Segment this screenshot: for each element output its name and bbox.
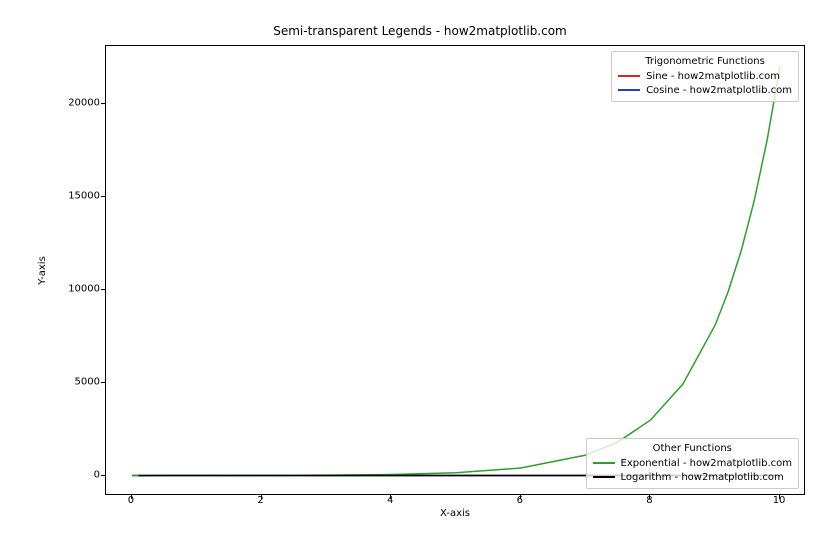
x-axis-label: X-axis <box>105 508 805 519</box>
y-tick-mark <box>101 382 105 383</box>
legend-entry: Logarithm - how2matplotlib.com <box>593 470 793 484</box>
y-tick-mark <box>101 475 105 476</box>
legend-swatch <box>593 476 615 478</box>
y-tick-label: 10000 <box>50 283 100 294</box>
y-tick-mark <box>101 103 105 104</box>
legend-swatch <box>618 75 640 77</box>
legend-entry: Sine - how2matplotlib.com <box>618 69 792 83</box>
legend-label: Sine - how2matplotlib.com <box>646 71 780 82</box>
x-tick-label: 0 <box>128 495 134 506</box>
legend-title: Other Functions <box>593 443 793 454</box>
series-layer <box>106 46 806 496</box>
y-axis-label: Y-axis <box>36 45 48 495</box>
legend-label: Exponential - how2matplotlib.com <box>621 458 793 469</box>
legend-entry: Cosine - how2matplotlib.com <box>618 83 792 97</box>
y-tick-label: 5000 <box>50 376 100 387</box>
figure: Semi-transparent Legends - how2matplotli… <box>0 0 840 560</box>
x-tick-label: 4 <box>387 495 393 506</box>
legend-label: Cosine - how2matplotlib.com <box>646 85 792 96</box>
y-tick-label: 20000 <box>50 97 100 108</box>
chart-title: Semi-transparent Legends - how2matplotli… <box>0 24 840 38</box>
y-tick-label: 15000 <box>50 190 100 201</box>
legend-title: Trigonometric Functions <box>618 56 792 67</box>
y-tick-mark <box>101 196 105 197</box>
legend-swatch <box>618 89 640 91</box>
y-tick-mark <box>101 289 105 290</box>
series-line <box>132 66 780 476</box>
x-tick-label: 6 <box>517 495 523 506</box>
legend-entry: Exponential - how2matplotlib.com <box>593 456 793 470</box>
x-tick-label: 8 <box>646 495 652 506</box>
plot-area: Trigonometric Functions Sine - how2matpl… <box>105 45 805 495</box>
y-tick-label: 0 <box>50 469 100 480</box>
x-tick-label: 10 <box>773 495 786 506</box>
legend-swatch <box>593 462 615 464</box>
x-tick-label: 2 <box>257 495 263 506</box>
legend-other: Other Functions Exponential - how2matplo… <box>586 438 800 489</box>
legend-trig: Trigonometric Functions Sine - how2matpl… <box>611 51 799 102</box>
legend-label: Logarithm - how2matplotlib.com <box>621 472 784 483</box>
